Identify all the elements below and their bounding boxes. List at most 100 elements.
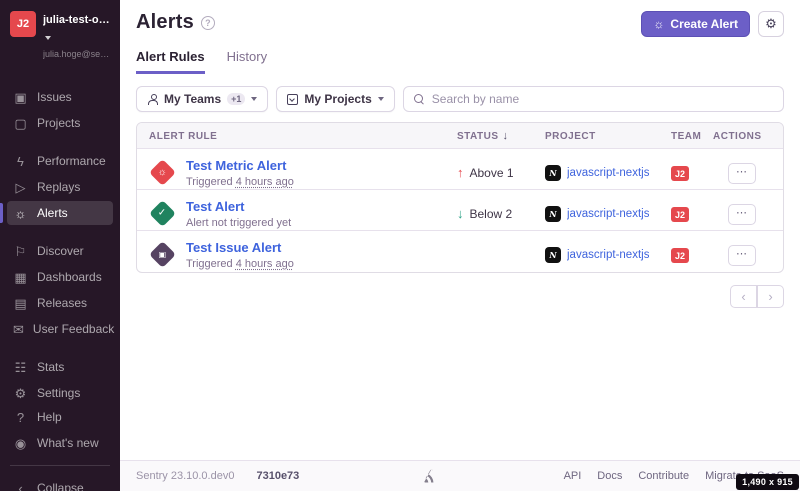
footer-link-api[interactable]: API: [564, 470, 582, 482]
team-badge[interactable]: J2: [671, 207, 689, 222]
footer: Sentry 23.10.0.dev0 7310e73 API Docs Con…: [120, 460, 800, 491]
project-link[interactable]: javascript-nextjs: [567, 208, 649, 220]
table-row: ☼ Test Metric Alert Triggered 4 hours ag…: [137, 149, 783, 190]
tab-bar: Alert Rules History: [120, 49, 800, 74]
releases-icon: ▤: [13, 297, 28, 310]
alert-rule-link[interactable]: Test Metric Alert: [186, 158, 294, 174]
sidebar-collapse-button[interactable]: ‹ Collapse: [7, 476, 113, 491]
issue-glyph-icon: ▣: [159, 251, 167, 259]
create-alert-label: Create Alert: [670, 17, 738, 31]
sidebar-item-label: Collapse: [37, 481, 84, 491]
project-link[interactable]: javascript-nextjs: [567, 249, 649, 261]
sidebar-item-releases[interactable]: ▤ Releases: [7, 291, 113, 315]
my-teams-label: My Teams: [164, 92, 221, 106]
person-icon: [147, 94, 158, 105]
search-box[interactable]: [403, 86, 784, 112]
column-actions: ACTIONS: [713, 131, 771, 142]
row-actions-button[interactable]: ⋯: [728, 245, 756, 266]
sidebar-item-dashboards[interactable]: ▦ Dashboards: [7, 265, 113, 289]
page-title: Alerts: [136, 11, 194, 34]
sidebar-item-help[interactable]: ? Help: [7, 405, 113, 429]
chevron-down-icon: [251, 97, 257, 101]
trigger-status-text: Alert not triggered yet: [186, 217, 291, 229]
table-header: ALERT RULE STATUS ↓ PROJECT TEAM ACTIONS: [137, 123, 783, 149]
alerts-settings-button[interactable]: ⚙: [758, 11, 784, 37]
column-status[interactable]: STATUS ↓: [457, 130, 545, 142]
sidebar-item-projects[interactable]: ▢ Projects: [7, 111, 113, 135]
sidebar-item-label: User Feedback: [33, 322, 114, 336]
time-ago-link[interactable]: 4 hours ago: [236, 258, 294, 270]
alert-rules-table: ALERT RULE STATUS ↓ PROJECT TEAM ACTIONS…: [136, 122, 784, 273]
org-email: julia.hoge@sentry.io: [43, 49, 112, 59]
stats-icon: ☷: [13, 361, 28, 374]
next-page-button[interactable]: ›: [757, 285, 784, 308]
nextjs-project-icon: N: [545, 165, 561, 181]
time-ago-link[interactable]: 4 hours ago: [236, 176, 294, 188]
search-icon: [414, 94, 425, 105]
sidebar-divider: [10, 465, 110, 466]
discover-icon: ⚐: [13, 245, 28, 258]
sort-down-icon: ↓: [503, 130, 509, 142]
my-projects-filter[interactable]: My Projects: [276, 86, 394, 112]
search-input[interactable]: [432, 92, 773, 106]
sidebar-item-user-feedback[interactable]: ✉ User Feedback: [7, 317, 113, 341]
org-name: julia-test-org-2: [43, 14, 113, 26]
nextjs-project-icon: N: [545, 247, 561, 263]
collapse-icon: ‹: [13, 482, 28, 491]
project-link[interactable]: javascript-nextjs: [567, 167, 649, 179]
arrow-down-icon: ↓: [457, 206, 464, 221]
sidebar-item-replays[interactable]: ▷ Replays: [7, 175, 113, 199]
status-value: Below 2: [470, 207, 513, 221]
sidebar-item-performance[interactable]: ϟ Performance: [7, 149, 113, 173]
sidebar-item-label: Settings: [37, 386, 80, 400]
tab-history[interactable]: History: [227, 49, 267, 74]
trigger-status-text: Triggered: [186, 176, 236, 188]
resolved-alert-icon: ✓: [149, 200, 176, 227]
sidebar-item-label: Performance: [37, 154, 106, 168]
alert-rule-link[interactable]: Test Alert: [186, 199, 291, 215]
alert-rule-subtext: Triggered 4 hours ago: [186, 258, 294, 270]
tab-alert-rules[interactable]: Alert Rules: [136, 49, 205, 74]
help-info-icon[interactable]: ?: [201, 16, 215, 30]
whats-new-icon: ◉: [13, 437, 28, 450]
sidebar-nav: ▣ Issues ▢ Projects ϟ Performance ▷ Repl…: [0, 71, 120, 405]
org-switcher[interactable]: J2 julia-test-org-2 julia.hoge@sentry.io: [0, 0, 120, 71]
team-badge[interactable]: J2: [671, 166, 689, 181]
sidebar-item-discover[interactable]: ⚐ Discover: [7, 239, 113, 263]
column-status-label: STATUS: [457, 131, 499, 142]
chevron-down-icon: [45, 36, 51, 40]
sidebar-item-whats-new[interactable]: ◉ What's new: [7, 431, 113, 455]
alert-rule-link[interactable]: Test Issue Alert: [186, 240, 294, 256]
create-alert-button[interactable]: ☼ Create Alert: [641, 11, 750, 37]
issue-alert-icon: ▣: [149, 241, 176, 268]
row-actions-button[interactable]: ⋯: [728, 163, 756, 184]
row-actions-button[interactable]: ⋯: [728, 204, 756, 225]
performance-icon: ϟ: [13, 155, 28, 168]
pagination: ‹ ›: [136, 285, 784, 308]
sidebar-item-label: Issues: [37, 90, 72, 104]
projects-icon: ▢: [13, 117, 28, 130]
siren-icon: ☼: [653, 18, 664, 30]
alert-rule-subtext: Triggered 4 hours ago: [186, 176, 294, 188]
user-feedback-icon: ✉: [13, 323, 24, 336]
table-row: ✓ Test Alert Alert not triggered yet ↓ B…: [137, 190, 783, 231]
issues-icon: ▣: [13, 91, 28, 104]
footer-link-docs[interactable]: Docs: [597, 470, 622, 482]
main-content: Alerts ? ☼ Create Alert ⚙ Alert Rules Hi…: [120, 0, 800, 491]
build-hash: 7310e73: [256, 470, 299, 482]
sidebar-item-label: Discover: [37, 244, 84, 258]
sidebar-item-label: Releases: [37, 296, 87, 310]
footer-link-contribute[interactable]: Contribute: [638, 470, 689, 482]
sidebar-item-issues[interactable]: ▣ Issues: [7, 85, 113, 109]
sidebar-item-label: Replays: [37, 180, 80, 194]
sidebar-item-settings[interactable]: ⚙ Settings: [7, 381, 113, 405]
sidebar-item-label: Help: [37, 410, 62, 424]
arrow-up-icon: ↑: [457, 165, 464, 180]
column-alert-rule: ALERT RULE: [149, 131, 457, 142]
sidebar-item-stats[interactable]: ☷ Stats: [7, 355, 113, 379]
my-teams-filter[interactable]: My Teams +1: [136, 86, 268, 112]
previous-page-button[interactable]: ‹: [730, 285, 757, 308]
sidebar-item-alerts[interactable]: ☼ Alerts: [7, 201, 113, 225]
team-badge[interactable]: J2: [671, 248, 689, 263]
sidebar: J2 julia-test-org-2 julia.hoge@sentry.io…: [0, 0, 120, 491]
